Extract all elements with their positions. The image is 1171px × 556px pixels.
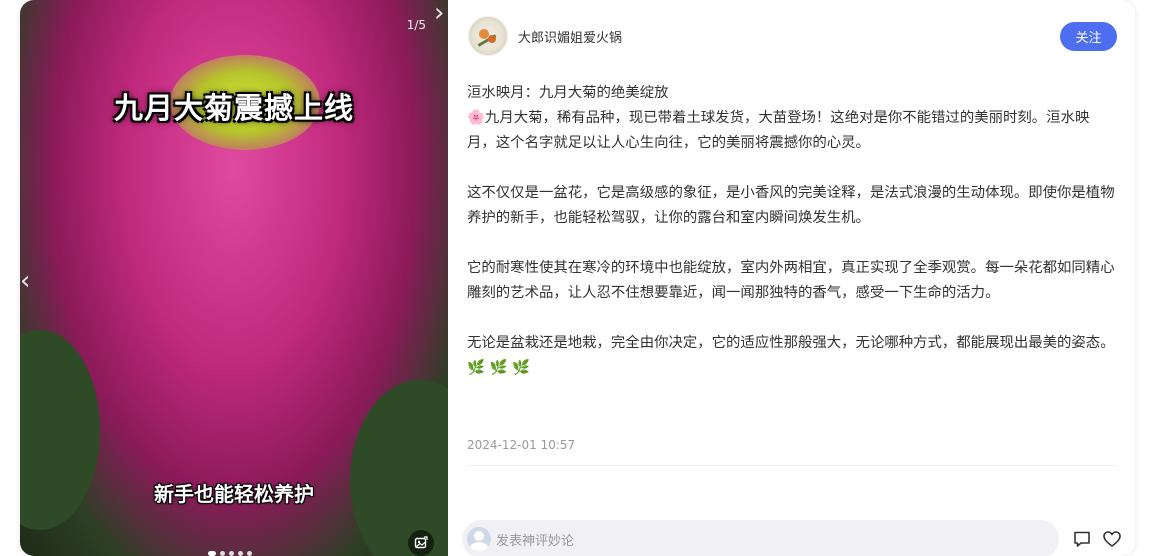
post-paragraph: 这不仅仅是一盆花，它是高级感的象征，是小香风的完美诠释，是法式浪漫的生动体现。即… <box>467 185 1115 226</box>
carousel-dot[interactable] <box>229 551 234 556</box>
image-expand-icon[interactable] <box>408 530 434 556</box>
post-header: 大郎识媚姐爱火锅 <box>468 16 622 56</box>
post-paragraph: 🌸九月大菊，稀有品种，现已带着土球发货，大苗登场！这绝对是你不能错过的美丽时刻。… <box>467 110 1090 151</box>
post-date: 2024-12-01 10:57 <box>467 438 576 452</box>
follow-button[interactable]: 关注 <box>1060 22 1117 51</box>
divider <box>467 465 1117 466</box>
user-avatar <box>467 527 491 551</box>
comment-input[interactable]: 发表神评妙论 <box>462 520 1059 556</box>
image-caption-bottom: 新手也能轻松养护 <box>154 482 314 506</box>
carousel-dot[interactable] <box>238 551 243 556</box>
author-avatar[interactable] <box>468 16 508 56</box>
chevron-left-icon[interactable]: ‹ <box>20 268 30 294</box>
author-name[interactable]: 大郎识媚姐爱火锅 <box>518 27 622 46</box>
carousel-dot[interactable] <box>247 551 252 556</box>
post-paragraph: 无论是盆栽还是地栽，完全由你决定，它的适应性那般强大，无论哪种方式，都能展现出最… <box>467 335 1115 376</box>
carousel-dot[interactable] <box>208 551 216 556</box>
post-detail-panel: 大郎识媚姐爱火锅 关注 洹水映月：九月大菊的绝美绽放 🌸九月大菊，稀有品种，现已… <box>448 0 1135 556</box>
post-image-carousel[interactable]: 九月大菊震撼上线 新手也能轻松养护 1/5 ‹ › <box>20 0 448 556</box>
herb-emoji-icon: 🌿 🌿 🌿 <box>467 360 530 376</box>
image-counter: 1/5 <box>406 18 426 32</box>
flower-emoji-icon: 🌸 <box>467 110 485 126</box>
carousel-dot[interactable] <box>220 551 225 556</box>
heart-icon[interactable] <box>1101 528 1123 550</box>
comment-bubble-icon[interactable] <box>1071 528 1093 550</box>
post-card: 九月大菊震撼上线 新手也能轻松养护 1/5 ‹ › 大郎识媚姐爱火锅 关注 洹水… <box>20 0 1135 556</box>
image-caption-top: 九月大菊震撼上线 <box>113 91 354 125</box>
post-title: 洹水映月：九月大菊的绝美绽放 <box>467 85 669 101</box>
carousel-dots <box>208 551 252 556</box>
post-paragraph: 它的耐寒性使其在寒冷的环境中也能绽放，室内外两相宜，真正实现了全季观赏。每一朵花… <box>467 260 1115 301</box>
post-body: 洹水映月：九月大菊的绝美绽放 🌸九月大菊，稀有品种，现已带着土球发货，大苗登场！… <box>467 81 1117 406</box>
chevron-right-icon[interactable]: › <box>434 0 448 556</box>
comment-placeholder: 发表神评妙论 <box>496 533 575 549</box>
